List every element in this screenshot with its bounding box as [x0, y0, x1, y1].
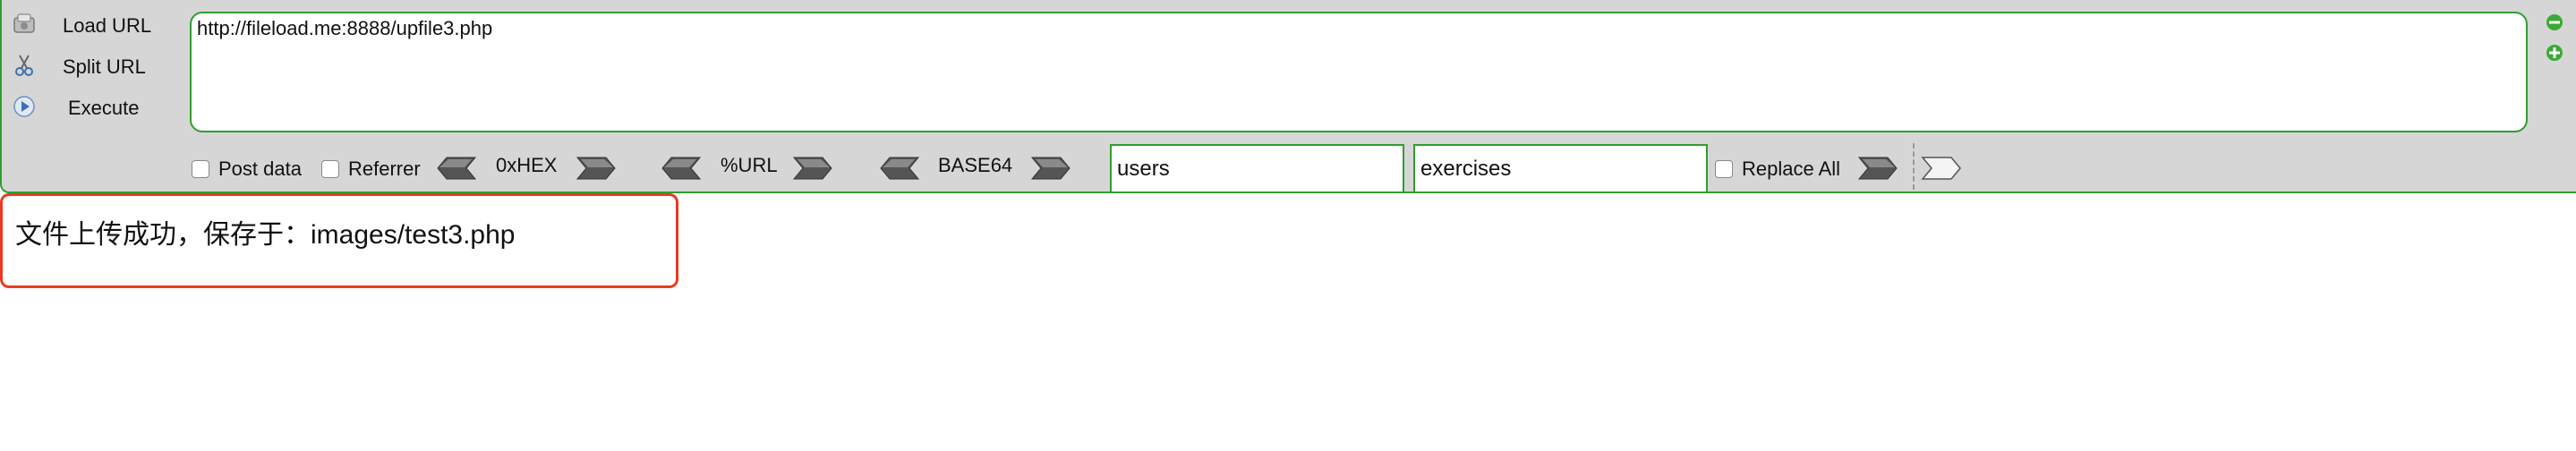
replace-all-label: Replace All — [1742, 157, 1841, 180]
find-input[interactable] — [1110, 144, 1404, 193]
post-data-label: Post data — [218, 157, 302, 180]
load-url-label: Load URL — [63, 14, 152, 37]
hackbar-actions: Load URL Split URL Execute — [2, 0, 181, 134]
url-input[interactable]: http://fileload.me:8888/upfile3.php — [190, 12, 2528, 132]
base64-decode-arrow-icon[interactable] — [879, 156, 920, 181]
hex-decode-arrow-icon[interactable] — [436, 156, 477, 181]
base64-label: BASE64 — [938, 154, 1013, 176]
extra-arrow-icon[interactable] — [1921, 156, 1962, 181]
plus-icon[interactable] — [2545, 43, 2564, 63]
hex-encode-arrow-icon[interactable] — [576, 156, 617, 181]
execute-button[interactable]: Execute — [9, 88, 179, 123]
minus-icon[interactable] — [2545, 13, 2564, 32]
result-highlight-box: 文件上传成功，保存于：images/test3.php — [0, 193, 678, 288]
url-encode-label: %URL — [721, 154, 778, 176]
replace-input[interactable] — [1413, 144, 1708, 193]
split-url-button[interactable]: Split URL — [9, 47, 179, 82]
post-data-checkbox[interactable]: Post data — [192, 156, 302, 183]
hex-label: 0xHEX — [496, 154, 558, 176]
load-url-button[interactable]: Load URL — [9, 5, 179, 41]
options-divider — [1913, 143, 1915, 190]
execute-label: Execute — [68, 97, 140, 119]
scissors-icon — [15, 55, 33, 76]
replace-all-checkbox[interactable]: Replace All — [1715, 156, 1840, 183]
replace-go-arrow-icon[interactable] — [1857, 156, 1898, 181]
referrer-label: Referrer — [348, 157, 421, 180]
replace-all-checkbox-box[interactable] — [1715, 160, 1733, 178]
url-decode-arrow-icon[interactable] — [661, 156, 702, 181]
load-url-icon — [13, 13, 35, 33]
base64-encode-arrow-icon[interactable] — [1030, 156, 1071, 181]
hackbar-options-row: Post data Referrer 0xHEX %URL BASE64 use… — [2, 143, 2576, 193]
upload-result-message: 文件上传成功，保存于：images/test3.php — [15, 220, 516, 250]
url-encode-arrow-icon[interactable] — [792, 156, 833, 181]
hackbar-toolbar: Load URL Split URL Execute http://filelo… — [0, 0, 2576, 193]
play-icon — [13, 96, 35, 117]
post-data-checkbox-box[interactable] — [192, 160, 209, 178]
referrer-checkbox-box[interactable] — [321, 160, 339, 178]
split-url-label: Split URL — [63, 55, 146, 78]
referrer-checkbox[interactable]: Referrer — [321, 156, 421, 183]
